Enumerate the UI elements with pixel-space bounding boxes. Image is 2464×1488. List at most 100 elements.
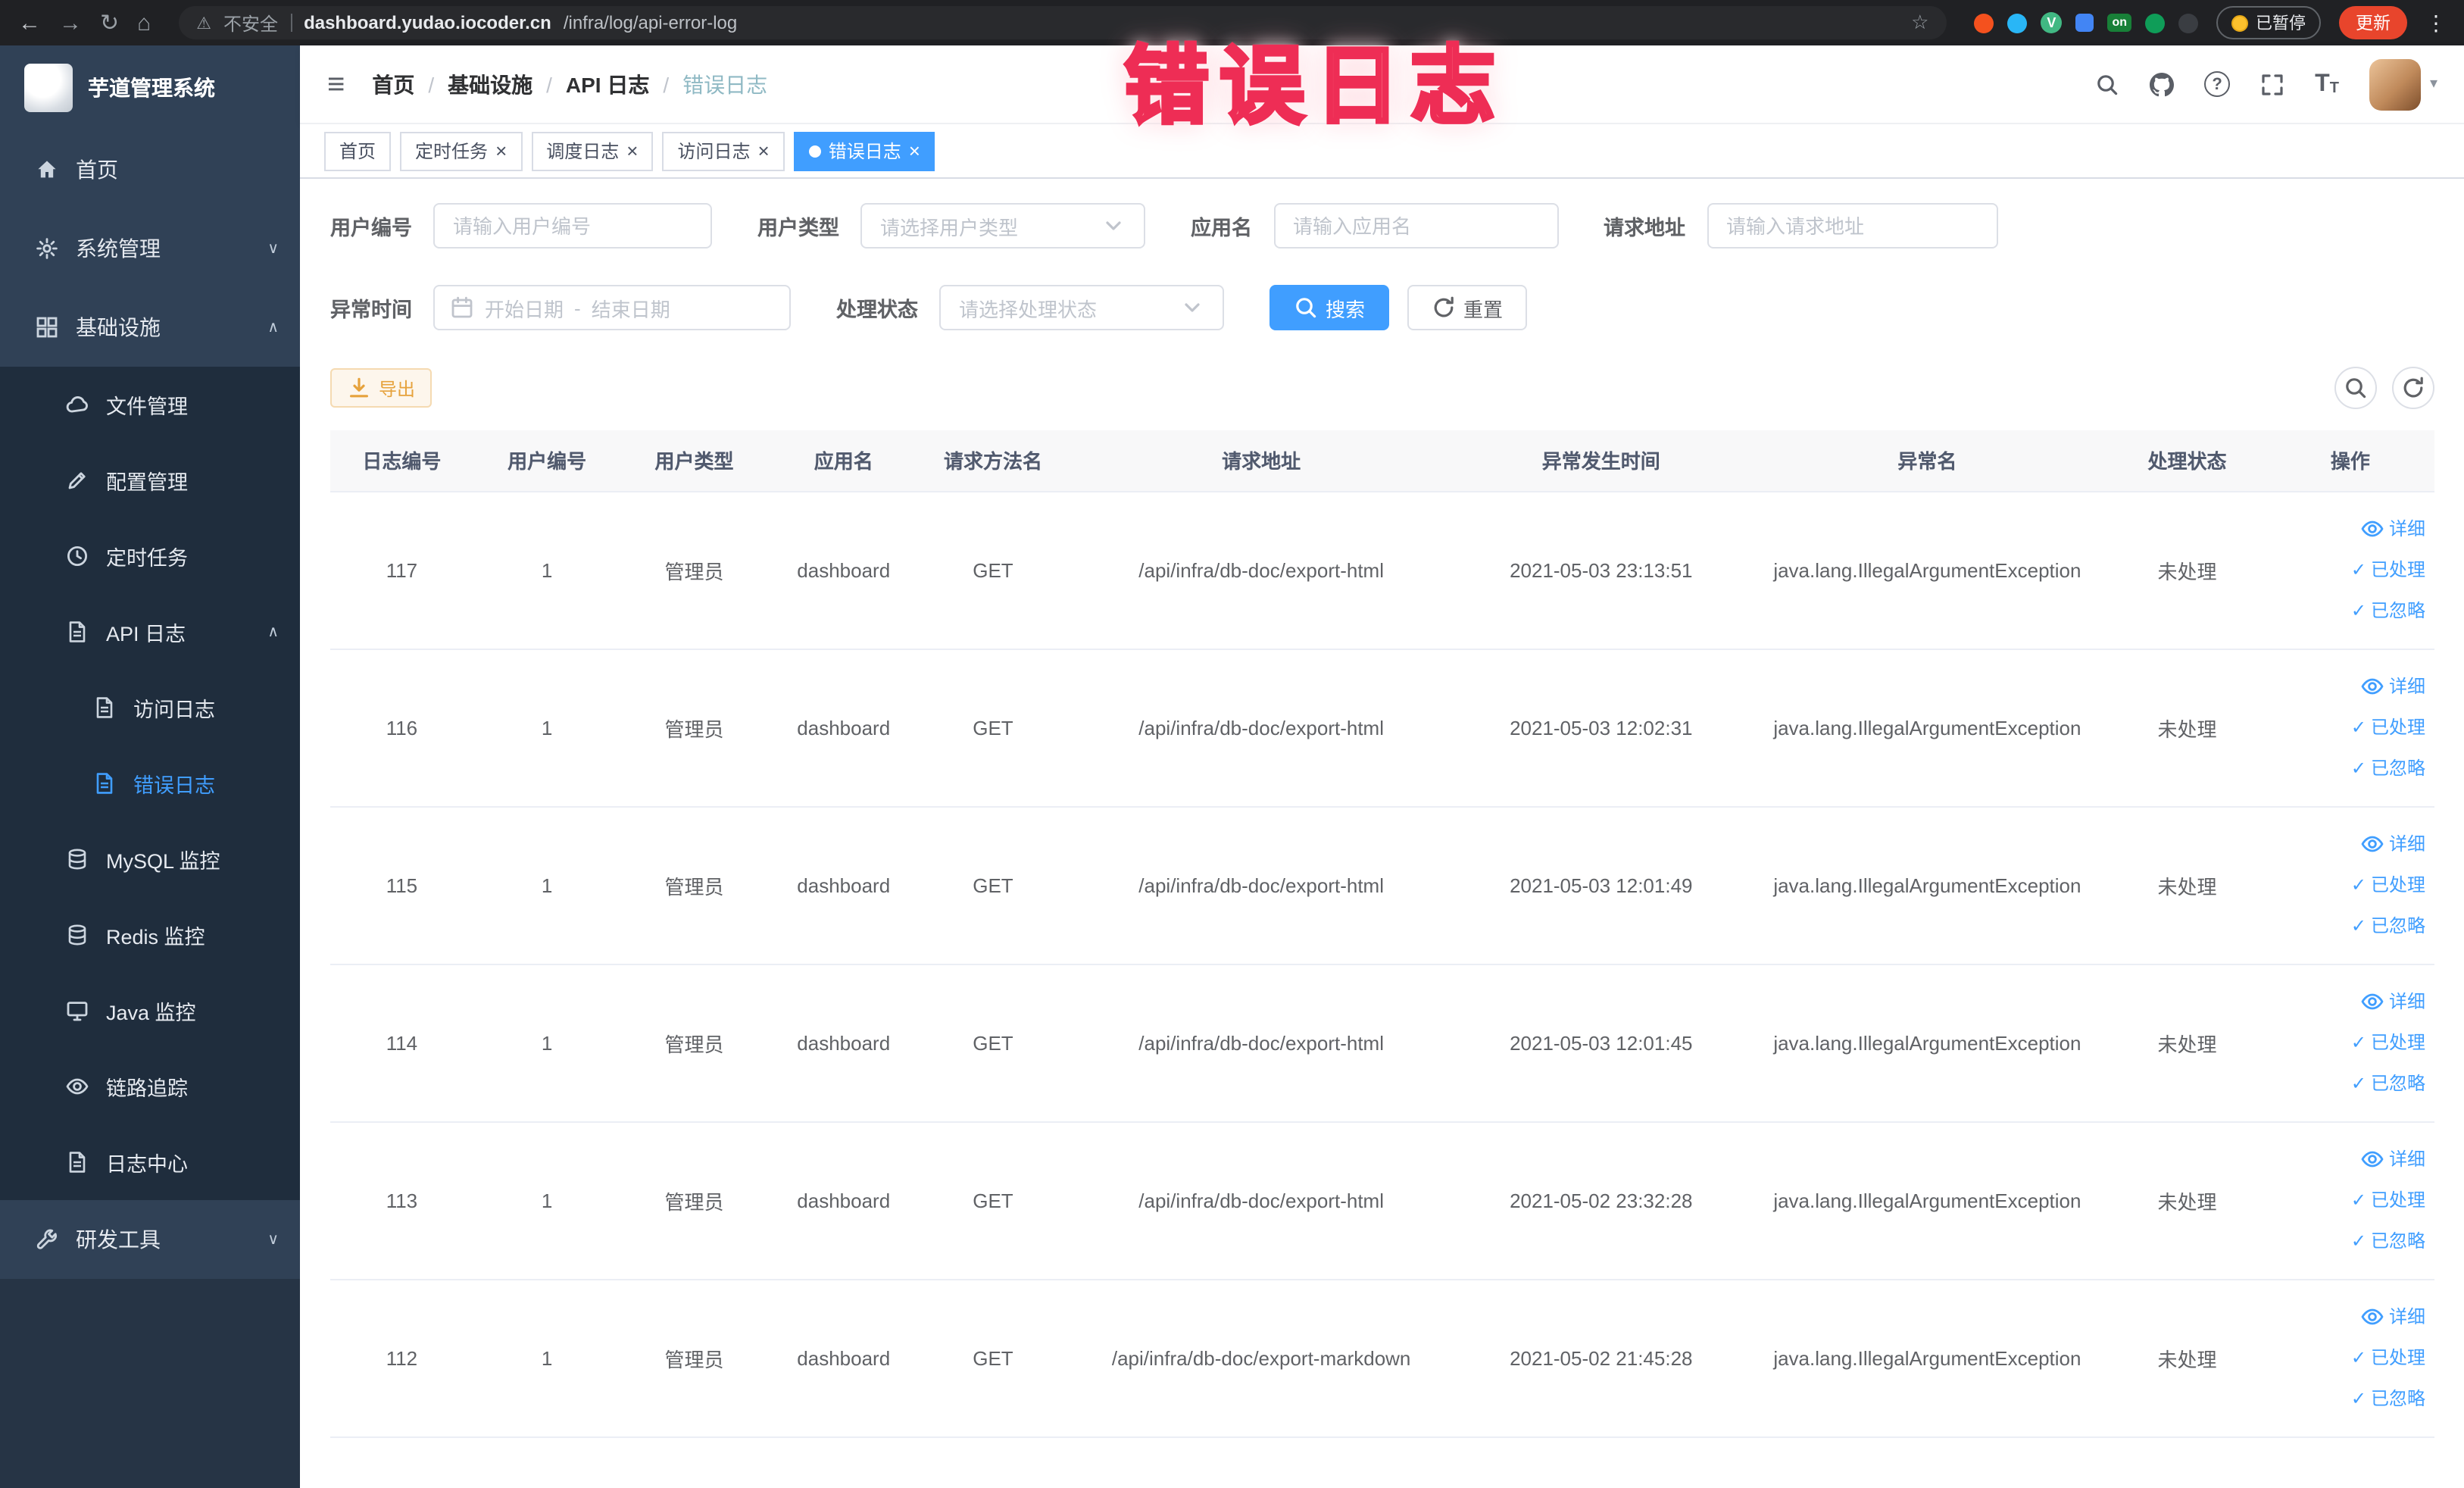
request-url-input[interactable] [1707,203,1997,249]
detail-link[interactable]: 详细 [2275,1296,2425,1337]
sidebar-item-infrastructure[interactable]: 基础设施 ∧ [0,288,300,367]
cell-exception-time: 2021-05-03 12:01:45 [1456,964,1747,1122]
sidebar-item-log-center[interactable]: 日志中心 [0,1124,300,1200]
fullscreen-icon[interactable] [2260,72,2284,96]
security-label[interactable]: 不安全 [223,10,278,36]
close-icon[interactable]: × [495,141,507,161]
address-bar[interactable]: ⚠ 不安全 dashboard.yudao.iocoder.cn /infra/… [178,6,1947,39]
tab-access-log[interactable]: 访问日志 × [662,131,785,170]
avatar [2369,58,2421,110]
tab-scheduled-tasks[interactable]: 定时任务 × [400,131,523,170]
cell-actions: 详细 ✓ 已处理 ✓ 已忽略 [2266,806,2434,964]
app-name-input[interactable] [1273,203,1558,249]
sidebar-item-trace[interactable]: 链路追踪 [0,1049,300,1124]
sidebar-item-system-management[interactable]: 系统管理 ∨ [0,209,300,288]
filter-label: 应用名 [1191,217,1252,239]
export-button[interactable]: 导出 [330,368,433,408]
close-icon[interactable]: × [758,141,770,161]
detail-link[interactable]: 详细 [2275,824,2425,864]
user-menu[interactable]: ▾ [2369,58,2437,110]
clock-icon [64,544,89,568]
smiley-icon [2231,14,2248,31]
mark-processed-link[interactable]: ✓ 已处理 [2275,1022,2425,1063]
sidebar-item-access-log[interactable]: 访问日志 [0,670,300,746]
search-button[interactable]: 搜索 [1269,285,1390,330]
page-content: 用户编号 用户类型 请选择用户类型 应用名 [300,179,2464,1488]
sidebar-item-file-management[interactable]: 文件管理 [0,367,300,442]
extension-icon-orange[interactable] [1974,13,1994,33]
app-logo[interactable]: 芋道管理系统 [0,45,300,130]
sidebar-item-config-management[interactable]: 配置管理 [0,442,300,518]
browser-forward-icon[interactable]: → [59,11,82,34]
reset-button[interactable]: 重置 [1407,285,1528,330]
breadcrumb-home[interactable]: 首页 [372,69,414,99]
filter-label: 用户类型 [757,217,839,239]
close-icon[interactable]: × [626,141,638,161]
paused-badge[interactable]: 已暂停 [2216,6,2321,39]
browser-reload-icon[interactable]: ↻ [100,11,119,34]
mark-processed-link[interactable]: ✓ 已处理 [2275,1337,2425,1378]
breadcrumb-infrastructure[interactable]: 基础设施 [448,69,532,99]
github-icon[interactable] [2150,72,2174,96]
user-id-input[interactable] [433,203,712,249]
hamburger-icon[interactable]: ≡ [327,69,345,99]
extension-icon-green[interactable] [2145,13,2165,33]
toggle-search-button[interactable] [2334,367,2377,409]
browser-back-icon[interactable]: ← [18,11,41,34]
tab-schedule-log[interactable]: 调度日志 × [531,131,654,170]
browser-update-button[interactable]: 更新 [2339,6,2407,39]
browser-home-icon[interactable]: ⌂ [137,11,151,34]
filter-app-name: 应用名 [1191,203,1558,249]
tab-home[interactable]: 首页 [324,131,392,170]
sidebar-item-home[interactable]: 首页 [0,130,300,209]
extension-icon-blue[interactable] [2007,13,2028,33]
cell-exception-time: 2021-05-03 23:13:51 [1456,491,1747,649]
sidebar-item-error-log[interactable]: 错误日志 [0,746,300,821]
extension-icon-paw[interactable] [2178,13,2198,33]
infrastructure-icon [33,315,59,339]
mark-ignored-link[interactable]: ✓ 已忽略 [2275,905,2425,946]
extension-icon-on-badge[interactable]: on [2107,14,2131,32]
search-icon[interactable] [2095,72,2119,96]
extension-icon-vue[interactable]: V [2041,12,2063,33]
font-size-icon[interactable]: TT [2315,71,2339,96]
close-icon[interactable]: × [909,141,920,161]
process-status-select[interactable]: 请选择处理状态 [939,285,1224,330]
mark-ignored-link[interactable]: ✓ 已忽略 [2275,748,2425,789]
cell-method: GET [919,649,1067,807]
mark-ignored-link[interactable]: ✓ 已忽略 [2275,1378,2425,1419]
detail-link[interactable]: 详细 [2275,508,2425,549]
sidebar-item-dev-tools[interactable]: 研发工具 ∨ [0,1200,300,1279]
mark-ignored-link[interactable]: ✓ 已忽略 [2275,1221,2425,1261]
sidebar-item-redis-monitor[interactable]: Redis 监控 [0,897,300,973]
check-icon: ✓ [2350,599,2366,621]
tab-error-log[interactable]: 错误日志 × [793,131,935,170]
check-icon: ✓ [2350,1230,2366,1251]
sidebar-item-scheduled-tasks[interactable]: 定时任务 [0,518,300,594]
mark-processed-link[interactable]: ✓ 已处理 [2275,707,2425,748]
detail-link[interactable]: 详细 [2275,1139,2425,1180]
table-toolbar: 导出 [330,367,2434,409]
sidebar-item-java-monitor[interactable]: Java 监控 [0,973,300,1049]
cell-exception-time: 2021-05-02 23:32:28 [1456,1121,1747,1280]
date-range-picker[interactable]: 开始日期 - 结束日期 [433,285,791,330]
extension-icon-grid[interactable] [2075,14,2094,32]
help-icon[interactable]: ? [2204,71,2231,97]
mark-processed-link[interactable]: ✓ 已处理 [2275,1180,2425,1221]
sidebar-item-mysql-monitor[interactable]: MySQL 监控 [0,821,300,897]
browser-menu-icon[interactable]: ⋮ [2425,10,2447,36]
mark-ignored-link[interactable]: ✓ 已忽略 [2275,590,2425,631]
user-type-select[interactable]: 请选择用户类型 [860,203,1145,249]
refresh-table-button[interactable] [2392,367,2434,409]
check-icon: ✓ [2350,1031,2366,1052]
detail-link[interactable]: 详细 [2275,981,2425,1022]
cell-log-id: 117 [330,491,473,649]
mark-processed-link[interactable]: ✓ 已处理 [2275,549,2425,590]
mark-ignored-link[interactable]: ✓ 已忽略 [2275,1063,2425,1104]
mark-processed-link[interactable]: ✓ 已处理 [2275,864,2425,905]
breadcrumb-api-log[interactable]: API 日志 [566,69,649,99]
detail-link[interactable]: 详细 [2275,666,2425,707]
sidebar-item-api-log[interactable]: API 日志 ∧ [0,594,300,670]
url-path: /infra/log/api-error-log [563,12,738,33]
bookmark-star-icon[interactable]: ☆ [1911,11,1928,35]
